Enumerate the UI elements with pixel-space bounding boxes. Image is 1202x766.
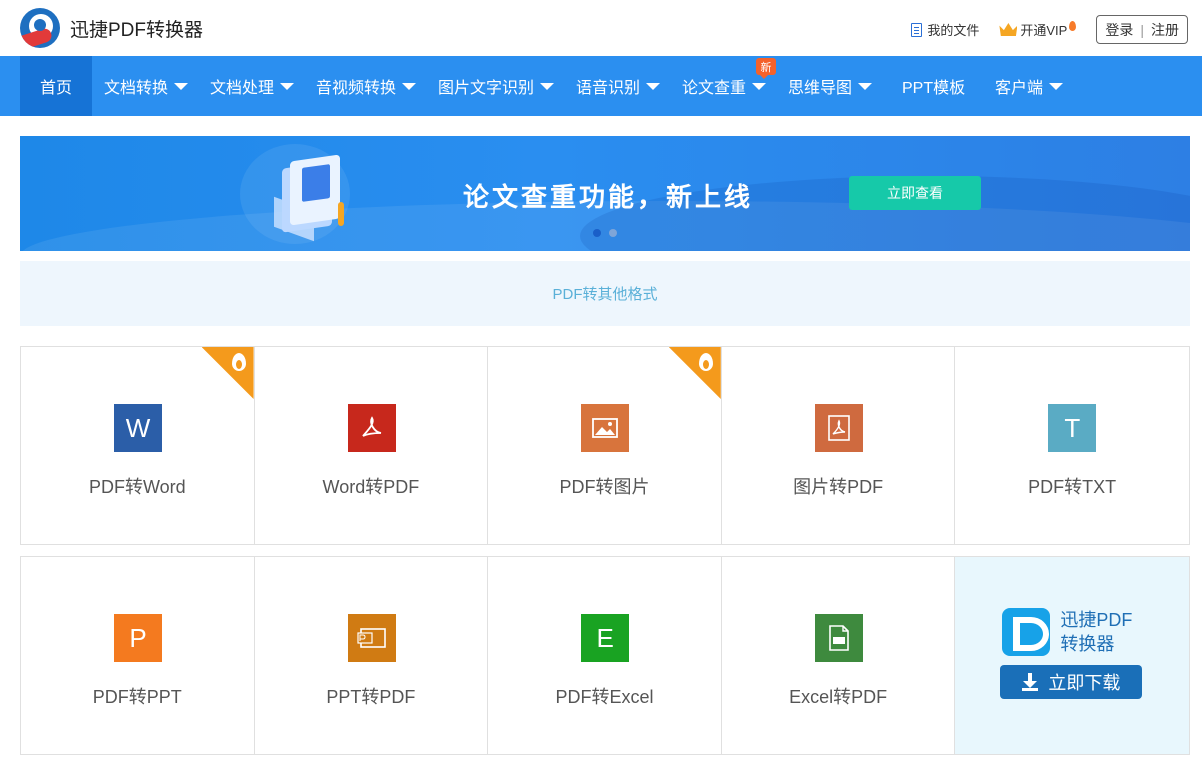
banner-headline: 论文查重功能，新上线 — [463, 182, 754, 212]
nav-item-label: 首页 — [39, 80, 72, 97]
brand-name[interactable]: 迅捷PDF转换器 — [70, 15, 203, 42]
tool-label: PDF转Word — [88, 477, 186, 497]
nav-item-doc-process[interactable]: 文档处理 — [210, 56, 295, 116]
promo-name-line: 转换器 — [1060, 634, 1115, 654]
nav-item-ocr[interactable]: 图片文字识别 — [438, 56, 555, 116]
image-icon — [581, 404, 630, 452]
carousel-dot[interactable] — [593, 229, 601, 237]
txt-icon: T — [1048, 404, 1097, 452]
caret-down-icon — [752, 82, 767, 90]
caret-down-icon — [174, 82, 189, 90]
promo-name-line: 迅捷PDF — [1060, 610, 1133, 630]
brand-logo-icon[interactable] — [20, 8, 60, 48]
section-header: PDF转其他格式 — [20, 261, 1190, 326]
tool-image-to-pdf[interactable]: 图片转PDF — [722, 347, 956, 544]
nav-item-thesis-check[interactable]: 论文查重 — [682, 56, 767, 116]
promo-app-name: 迅捷PDF 转换器 — [1060, 608, 1170, 656]
download-promo-card: 迅捷PDF 转换器 立即下载 — [955, 557, 1189, 754]
document-illustration-icon — [240, 144, 370, 244]
my-files-label: 我的文件 — [927, 23, 980, 38]
nav-item-label: 文档转换 — [104, 80, 169, 97]
excel-icon: E — [581, 614, 630, 662]
download-icon — [1022, 673, 1039, 691]
pdf-doc-icon — [814, 404, 863, 452]
header-actions: 我的文件 开通VIP 登录 | 注册 — [911, 15, 1188, 44]
nav-item-label: PPT模板 — [902, 80, 966, 97]
nav-item-client[interactable]: 客户端 — [995, 56, 1064, 116]
nav-item-doc-convert[interactable]: 文档转换 — [104, 56, 189, 116]
nav-item-label: 思维导图 — [788, 80, 853, 97]
ppt-pdf-icon — [347, 614, 396, 662]
tool-label: Excel转PDF — [789, 687, 888, 707]
download-label: 立即下载 — [1048, 673, 1121, 693]
tool-grid-row-1: W PDF转Word Word转PDF PDF转图片 图片转PDF T PDF转… — [20, 346, 1190, 545]
hot-flame-icon — [201, 347, 254, 399]
word-icon: W — [114, 404, 162, 452]
tool-label: PDF转TXT — [1028, 477, 1117, 497]
excel-pdf-icon — [814, 614, 863, 662]
caret-down-icon — [540, 82, 555, 90]
pdf-icon — [347, 404, 396, 452]
carousel-dots — [593, 229, 625, 237]
caret-down-icon — [402, 82, 417, 90]
vip-label: 开通VIP — [1020, 23, 1068, 38]
tool-pdf-to-image[interactable]: PDF转图片 — [488, 347, 722, 544]
ppt-icon: P — [114, 614, 162, 662]
nav-item-label: 音视频转换 — [316, 80, 397, 97]
hot-flame-icon — [668, 347, 721, 399]
nav-item-label: 图片文字识别 — [438, 80, 535, 97]
view-now-button[interactable]: 立即查看 — [849, 176, 981, 210]
nav-item-label: 语音识别 — [576, 80, 641, 97]
tool-label: PDF转图片 — [559, 477, 650, 497]
tool-word-to-pdf[interactable]: Word转PDF — [255, 347, 489, 544]
tool-label: PDF转Excel — [555, 687, 654, 707]
tool-pdf-to-txt[interactable]: T PDF转TXT — [955, 347, 1189, 544]
app-logo-icon — [1002, 608, 1051, 656]
new-badge: 新 — [756, 58, 776, 79]
tool-pdf-to-ppt[interactable]: P PDF转PPT — [21, 557, 255, 754]
nav-item-label: 文档处理 — [210, 80, 275, 97]
nav-item-av-convert[interactable]: 音视频转换 — [316, 56, 417, 116]
nav-item-mindmap[interactable]: 思维导图 — [788, 56, 873, 116]
tool-label: Word转PDF — [322, 477, 420, 497]
my-files-link[interactable]: 我的文件 — [911, 20, 979, 39]
tool-label: 图片转PDF — [793, 477, 884, 497]
promo-banner[interactable]: 论文查重功能，新上线 立即查看 — [20, 136, 1190, 251]
file-icon — [911, 22, 923, 37]
tool-grid-row-2: P PDF转PPT PPT转PDF E PDF转Excel Excel转PDF … — [20, 556, 1190, 755]
main-nav: 首页 文档转换 文档处理 音视频转换 图片文字识别 语音识别 论文查重 思维导图… — [0, 56, 1202, 116]
flame-icon — [1069, 20, 1077, 31]
auth-separator: | — [1140, 21, 1144, 38]
tool-label: PPT转PDF — [326, 687, 416, 707]
auth-box: 登录 | 注册 — [1096, 15, 1188, 44]
register-link[interactable]: 注册 — [1151, 20, 1179, 40]
nav-item-label: 客户端 — [995, 80, 1044, 97]
nav-item-label: 论文查重 — [682, 80, 747, 97]
login-link[interactable]: 登录 — [1105, 20, 1133, 40]
tool-label: PDF转PPT — [92, 687, 182, 707]
vip-link[interactable]: 开通VIP — [999, 20, 1077, 39]
caret-down-icon — [1049, 82, 1064, 90]
section-title[interactable]: PDF转其他格式 — [552, 283, 657, 304]
download-button[interactable]: 立即下载 — [1000, 665, 1143, 699]
crown-icon — [999, 23, 1018, 36]
carousel-dot[interactable] — [609, 229, 617, 237]
nav-item-speech[interactable]: 语音识别 — [576, 56, 661, 116]
caret-down-icon — [280, 82, 295, 90]
caret-down-icon — [646, 82, 661, 90]
nav-item-home[interactable]: 首页 — [20, 56, 92, 116]
tool-pdf-to-word[interactable]: W PDF转Word — [21, 347, 255, 544]
caret-down-icon — [858, 82, 873, 90]
tool-ppt-to-pdf[interactable]: PPT转PDF — [255, 557, 489, 754]
tool-pdf-to-excel[interactable]: E PDF转Excel — [488, 557, 722, 754]
tool-excel-to-pdf[interactable]: Excel转PDF — [722, 557, 956, 754]
nav-item-ppt-template[interactable]: PPT模板 — [902, 56, 965, 116]
top-header: 迅捷PDF转换器 我的文件 开通VIP 登录 | 注册 — [0, 0, 1202, 56]
